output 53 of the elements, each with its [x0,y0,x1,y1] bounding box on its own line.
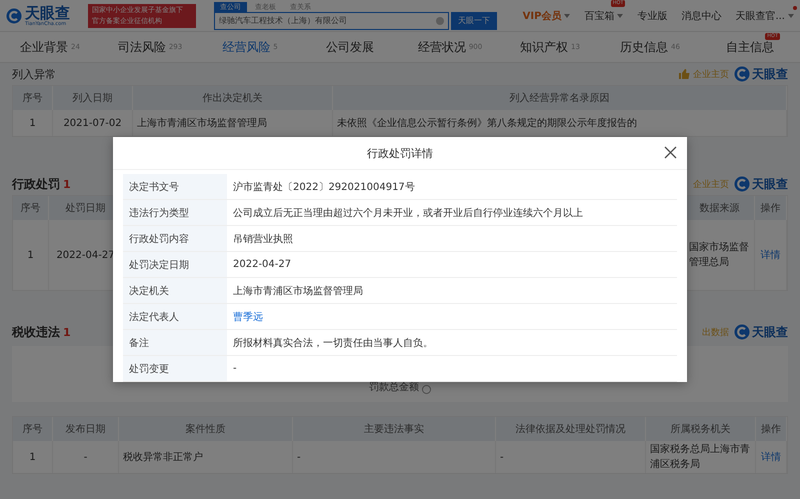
brand-text: 天眼查 [752,66,788,82]
field-label: 决定机关 [123,278,227,303]
dialog-title: 行政处罚详情 [367,146,433,160]
column-header: 所属税务机关 [646,417,756,441]
section-count: 1 [63,178,71,190]
column-header: 列入经营异常名录原因 [333,86,787,110]
field-value: 2022-04-27 [232,258,292,272]
brand-text: 天眼查 [752,176,788,192]
field-label: 法定代表人 [123,304,227,329]
summary-label: 罚款总金额 [369,381,419,394]
brand-text: 天眼查 [752,324,788,340]
field-value: 上海市青浦区市场监督管理局 [232,284,363,298]
table-cell-text: - [500,450,504,464]
table-cell-text: 1 [29,450,36,464]
table-cell-text: 2021-07-02 [63,116,122,130]
table-cell-text: 1 [29,116,36,130]
column-header: 法律依据及处理处罚情况 [496,417,646,441]
field-value: 所报材料真实合法，一切责任由当事人自负。 [232,336,433,350]
field-value: - [232,362,237,376]
section-title: 列入异常 [12,66,56,82]
column-header: 序号 [13,86,53,110]
field-value: 沪市监青处〔2022〕292021004917号 [232,180,415,194]
column-header: 发布日期 [53,417,119,441]
table-cell-text: 国家市场监督管理总局 [689,240,750,270]
column-header: 列入日期 [53,86,133,110]
table-cell-text: 1 [27,248,34,262]
field-value: 公司成立后无正当理由超过六个月未开业，或者开业后自行停业连续六个月以上 [232,206,583,220]
column-header: 序号 [13,417,53,441]
column-header: 序号 [13,196,49,220]
column-header: 作出决定机关 [133,86,333,110]
table-cell-text: 2022-04-27 [56,248,115,262]
field-label: 决定书文号 [123,174,227,199]
column-header: 数据来源 [685,196,755,220]
section-title: 行政处罚 [12,176,60,192]
field-value: 吊销营业执照 [232,232,293,246]
field-label: 处罚变更 [123,356,227,381]
section-title: 税收违法 [12,324,60,340]
table-cell-text: 未依照《企业信息公示暂行条例》第八条规定的期限公示年度报告的 [337,116,637,130]
field-label: 违法行为类型 [123,200,227,225]
field-label: 处罚决定日期 [123,252,227,277]
section-count: 1 [63,326,71,338]
table-cell-text: 国家税务总局上海市青浦区税务局 [650,442,751,472]
column-header: 操作 [755,196,787,220]
column-header: 案件性质 [119,417,293,441]
table-cell-text: 税收异常非正常户 [123,450,203,464]
table-cell-text: 上海市青浦区市场监督管理局 [137,116,267,130]
field-label: 行政处罚内容 [123,226,227,251]
column-header: 操作 [756,417,787,441]
column-header: 主要违法事实 [293,417,496,441]
logo-text: 天眼查 [25,4,70,20]
table-cell-text: - [84,450,88,464]
table-cell-text: - [297,450,301,464]
field-label: 备注 [123,330,227,355]
